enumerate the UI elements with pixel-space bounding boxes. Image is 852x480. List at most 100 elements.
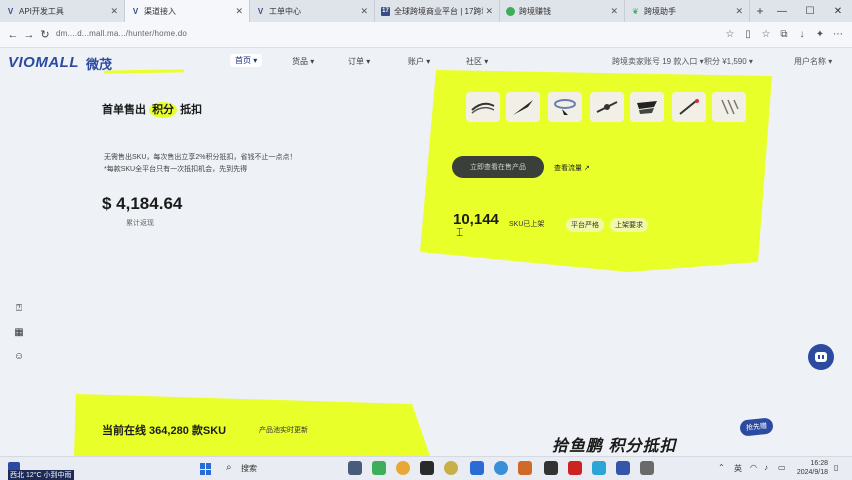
- close-icon[interactable]: ✕: [485, 6, 493, 17]
- app-red-icon[interactable]: [568, 461, 582, 475]
- download-icon[interactable]: ↓: [796, 29, 808, 41]
- app-17-icon: 17: [381, 6, 390, 16]
- support-agent-icon[interactable]: ☺: [12, 350, 26, 364]
- product-thumbnail-6[interactable]: [672, 92, 706, 122]
- mouse-cursor-icon: ⌶: [456, 225, 464, 239]
- weather-widget[interactable]: 西北 12°C 小到中雨: [8, 460, 74, 480]
- terminal-icon[interactable]: [420, 461, 434, 475]
- browser-tab-1[interactable]: V API开发工具 ✕: [0, 0, 125, 22]
- wechat-icon[interactable]: [372, 461, 386, 475]
- close-window-icon[interactable]: ✕: [824, 0, 852, 22]
- taskbar-search[interactable]: 搜索: [241, 463, 257, 474]
- close-icon[interactable]: ✕: [235, 6, 243, 17]
- promo-title-pre: 首单售出: [102, 104, 146, 116]
- close-icon[interactable]: ✕: [360, 6, 368, 17]
- nav-orders[interactable]: 订单 ▾: [348, 56, 370, 67]
- nav-products[interactable]: 货品 ▾: [292, 56, 314, 67]
- collections-icon[interactable]: ⧉: [778, 29, 790, 41]
- settings-icon[interactable]: [544, 461, 558, 475]
- feedback-icon[interactable]: ⍰: [12, 302, 26, 316]
- clock[interactable]: 16:28 2024/9/18: [790, 459, 828, 477]
- nav-home[interactable]: 首页 ▾: [230, 54, 263, 67]
- extensions-icon[interactable]: ✦: [814, 29, 826, 41]
- points-balance[interactable]: 积分 ¥1,590 ▾: [704, 56, 753, 67]
- product-thumbnail-1[interactable]: [466, 92, 500, 122]
- product-thumbnail-5[interactable]: [630, 92, 664, 122]
- browser-tab-5[interactable]: 跨境赚钱 ✕: [500, 0, 625, 22]
- minimize-icon[interactable]: —: [768, 0, 796, 22]
- edge-icon[interactable]: [494, 461, 508, 475]
- site-logo[interactable]: VIOMALL: [8, 54, 79, 71]
- product-thumbnail-7[interactable]: [712, 92, 746, 122]
- product-thumbnail-3[interactable]: [548, 92, 582, 122]
- revenue-amount: $ 4,184.64: [102, 194, 183, 213]
- chip-strict: 平台严格: [566, 218, 604, 232]
- network-icon[interactable]: ◠: [750, 463, 757, 472]
- tab-title: 渠道接入: [144, 6, 176, 16]
- browser-tab-2[interactable]: V 渠道接入 ✕: [125, 0, 250, 22]
- split-icon[interactable]: ▯: [742, 29, 754, 41]
- ime-indicator[interactable]: 英: [734, 463, 742, 474]
- word-icon[interactable]: [470, 461, 484, 475]
- back-icon[interactable]: ←: [6, 28, 20, 42]
- browser-tab-3[interactable]: V 工单中心 ✕: [250, 0, 375, 22]
- address-bar[interactable]: dm....d...mall.ma.../hunter/home.do: [56, 29, 187, 38]
- nav-community[interactable]: 社区 ▾: [466, 56, 488, 67]
- sku-count-unit: SKU已上架: [509, 221, 545, 228]
- close-icon[interactable]: ✕: [610, 6, 618, 17]
- forward-icon[interactable]: →: [22, 28, 36, 42]
- dot-icon: [506, 6, 515, 16]
- promo-description: 无需售出SKU，每次售出立享2%积分抵扣，省钱不止一点点！ *每款SKU全平台只…: [104, 152, 297, 176]
- close-icon[interactable]: ✕: [735, 6, 743, 17]
- online-sku-subtitle: 产品池实时更新: [259, 427, 308, 434]
- chat-icon[interactable]: [808, 344, 834, 370]
- tab-title: 工单中心: [269, 6, 301, 16]
- view-traffic-link[interactable]: 查看流量 ↗: [554, 163, 590, 173]
- nav-account[interactable]: 账户 ▾: [408, 56, 430, 67]
- browser-tab-bar: V API开发工具 ✕ V 渠道接入 ✕ V 工单中心 ✕ 17 全球跨境商业平…: [0, 0, 852, 22]
- green-leaf-icon: ❦: [632, 6, 639, 16]
- browser-tab-4[interactable]: 17 全球跨境商业平台 | 17跨境 ✕: [375, 0, 500, 22]
- store-selector[interactable]: 跨境卖家账号 19 款入口 ▾: [612, 56, 704, 67]
- tab-title: 全球跨境商业平台 | 17跨境: [394, 6, 484, 16]
- product-thumbnail-2[interactable]: [506, 92, 540, 122]
- view-products-button[interactable]: 立即查看在售产品: [452, 156, 544, 178]
- promo-slogan: 拾鱼鹏 积分抵扣: [552, 438, 677, 455]
- qrcode-icon[interactable]: ▦: [12, 326, 26, 340]
- tab-title: 跨境助手: [644, 6, 676, 16]
- v-logo-icon: V: [7, 6, 14, 16]
- maximize-icon[interactable]: ☐: [796, 0, 824, 22]
- chrome-icon[interactable]: [396, 461, 410, 475]
- favorites-icon[interactable]: ☆: [760, 29, 772, 41]
- browser-toolbar: ← → ↻ dm....d...mall.ma.../hunter/home.d…: [0, 22, 852, 48]
- promo-desc-line2: *每款SKU全平台只有一次抵扣机会，先到先得: [104, 166, 248, 173]
- online-sku-title: 当前在线 364,280 款SKU: [102, 425, 227, 437]
- new-tab-button[interactable]: +: [750, 0, 770, 22]
- search-icon[interactable]: ⌕: [226, 462, 232, 473]
- powerpoint-icon[interactable]: [518, 461, 532, 475]
- volume-icon[interactable]: ♪: [764, 463, 768, 472]
- browser-app-icon[interactable]: [444, 461, 458, 475]
- promo-title-highlight: 积分: [149, 102, 178, 118]
- tray-chevron-icon[interactable]: ⌃: [718, 463, 725, 472]
- clock-time: 16:28: [810, 460, 828, 467]
- app-gray-icon[interactable]: [640, 461, 654, 475]
- windows-start-icon[interactable]: [200, 463, 212, 475]
- close-icon[interactable]: ✕: [110, 6, 118, 17]
- weather-caption: 西北 12°C 小到中雨: [8, 470, 74, 480]
- battery-icon[interactable]: ▭: [778, 463, 786, 472]
- notification-icon[interactable]: ▯: [834, 463, 838, 472]
- product-thumbnail-4[interactable]: [590, 92, 624, 122]
- tab-title: 跨境赚钱: [519, 6, 551, 16]
- free-badge[interactable]: 抢先赠: [739, 417, 774, 437]
- app-blue-icon[interactable]: [592, 461, 606, 475]
- revenue-label: 累计返现: [126, 220, 154, 227]
- reload-icon[interactable]: ↻: [38, 28, 52, 42]
- task-view-icon[interactable]: [348, 461, 362, 475]
- more-icon[interactable]: ⋯: [832, 29, 844, 41]
- app-navy-icon[interactable]: [616, 461, 630, 475]
- user-menu[interactable]: 用户名称 ▾: [794, 56, 832, 67]
- promo-title-post: 抵扣: [180, 104, 203, 116]
- star-icon[interactable]: ☆: [724, 29, 736, 41]
- browser-tab-6[interactable]: ❦ 跨境助手 ✕: [625, 0, 750, 22]
